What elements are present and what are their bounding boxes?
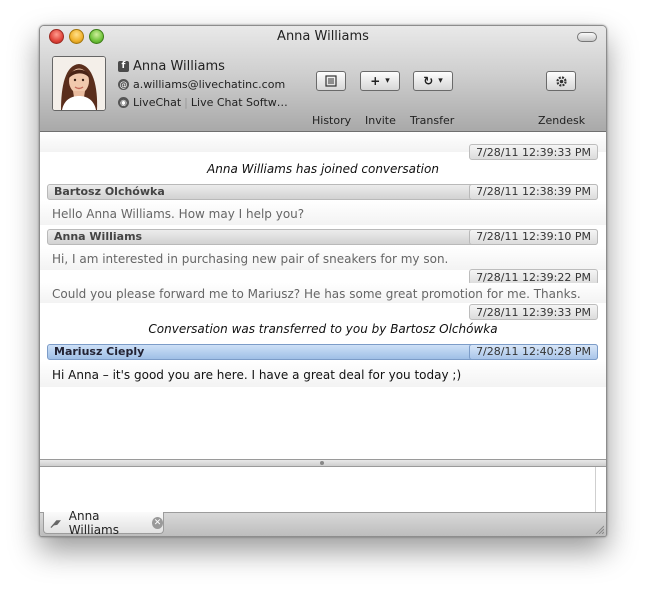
close-tab-icon[interactable]: ✕ xyxy=(152,516,164,529)
contact-email[interactable]: a.williams@livechatinc.com xyxy=(133,78,285,91)
message-author: Anna Williams xyxy=(54,230,143,243)
message-input[interactable] xyxy=(40,467,606,512)
facebook-icon: f xyxy=(118,60,129,72)
chat-window: Anna Williams f Anna Williams @ a.willia… xyxy=(39,25,607,537)
transfer-label: Transfer xyxy=(410,114,455,127)
contact-source: LiveChat xyxy=(133,95,182,109)
message-header: Bartosz Olchówka 7/28/11 12:38:39 PM xyxy=(47,184,598,200)
toolbar-toggle-button[interactable] xyxy=(577,32,597,42)
refresh-icon: ↻ xyxy=(423,74,434,88)
transfer-button[interactable]: ↻ ▾ xyxy=(413,71,453,91)
gear-icon xyxy=(555,75,567,87)
message-header-active: Mariusz Cieply 7/28/11 12:40:28 PM xyxy=(47,344,598,360)
message-author: Mariusz Cieply xyxy=(54,345,145,358)
message-timestamp: 7/28/11 12:39:10 PM xyxy=(469,229,598,245)
message-author: Bartosz Olchówka xyxy=(54,185,165,198)
globe-icon: ◉ xyxy=(118,96,129,108)
contact-name: Anna Williams xyxy=(133,58,225,74)
chevron-down-icon: ▾ xyxy=(438,76,443,86)
email-icon: @ xyxy=(118,78,129,90)
history-button[interactable] xyxy=(316,71,346,91)
message-text: Hi, I am interested in purchasing new pa… xyxy=(52,252,449,266)
avatar xyxy=(52,56,106,111)
system-message: Anna Williams has joined conversation xyxy=(207,162,439,176)
zendesk-button[interactable] xyxy=(546,71,576,91)
plus-icon: + xyxy=(370,74,381,88)
tab-label: Anna Williams xyxy=(68,508,119,537)
contact-info: f Anna Williams @ a.williams@livechatinc… xyxy=(118,57,288,111)
message-timestamp: 7/28/11 12:38:39 PM xyxy=(469,184,598,200)
zendesk-label: Zendesk xyxy=(538,114,586,127)
user-photo-icon xyxy=(53,57,105,110)
chat-tab-icon xyxy=(50,519,61,528)
window-title: Anna Williams xyxy=(277,29,369,44)
history-label: History xyxy=(312,114,352,127)
message-timestamp: 7/28/11 12:40:28 PM xyxy=(469,344,598,360)
invite-label: Invite xyxy=(365,114,396,127)
message-timestamp: 7/28/11 12:39:33 PM xyxy=(469,144,598,160)
chevron-down-icon: ▾ xyxy=(385,76,390,86)
message-timestamp: 7/28/11 12:39:33 PM xyxy=(469,304,598,320)
separator: | xyxy=(184,95,188,109)
divider-grip-icon[interactable] xyxy=(320,461,324,465)
tab-anna-williams[interactable]: Anna Williams ✕ xyxy=(43,508,164,537)
message-text: Hi Anna – it's good you are here. I have… xyxy=(52,368,462,382)
toolbar: Anna Williams f Anna Williams @ a.willia… xyxy=(40,26,606,132)
system-message: Conversation was transferred to you by B… xyxy=(148,322,498,336)
tab-bar: Anna Williams ✕ xyxy=(40,508,606,537)
split-divider[interactable] xyxy=(40,459,606,467)
message-text: Could you please forward me to Mariusz? … xyxy=(52,287,581,301)
invite-button[interactable]: + ▾ xyxy=(360,71,400,91)
contact-site[interactable]: Live Chat Softw… xyxy=(191,96,288,109)
message-text: Hello Anna Williams. How may I help you? xyxy=(52,207,305,221)
input-scrollbar[interactable] xyxy=(595,467,596,512)
message-header: Anna Williams 7/28/11 12:39:10 PM xyxy=(47,229,598,245)
resize-handle-icon[interactable] xyxy=(594,524,604,534)
chat-transcript[interactable]: 7/28/11 12:39:33 PM Anna Williams has jo… xyxy=(40,132,606,459)
history-icon xyxy=(325,75,337,87)
